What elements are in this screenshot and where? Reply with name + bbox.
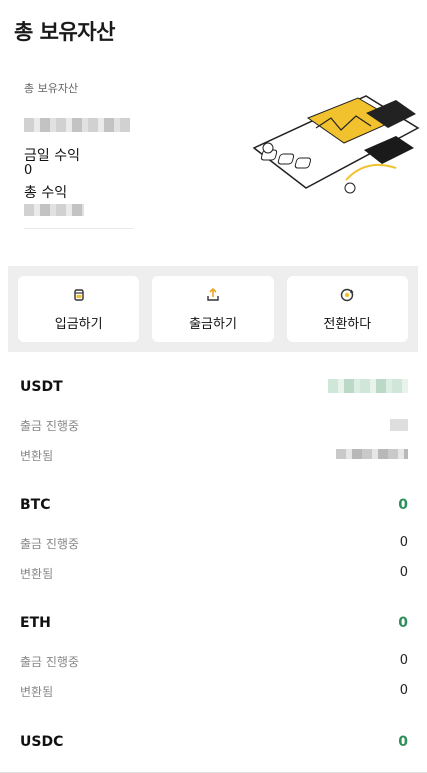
total-assets-value-blurred bbox=[24, 118, 130, 132]
withdrawing-row: 출금 진행중 bbox=[20, 417, 408, 447]
total-assets-label: 총 보유자산 bbox=[24, 82, 79, 95]
converted-label: 변환됨 bbox=[20, 449, 54, 463]
asset-item-btc[interactable]: BTC 0 bbox=[20, 497, 408, 513]
asset-amount: 0 bbox=[398, 615, 408, 631]
converted-value-blurred bbox=[336, 449, 408, 459]
asset-symbol: USDC bbox=[20, 734, 64, 750]
deposit-button[interactable]: 입금하기 bbox=[18, 276, 140, 342]
total-profit-value-blurred bbox=[24, 204, 84, 216]
withdrawing-value-blurred bbox=[390, 419, 408, 431]
withdraw-button[interactable]: 출금하기 bbox=[152, 276, 274, 342]
page-title: 총 보유자산 bbox=[14, 20, 115, 44]
converted-label: 변환됨 bbox=[20, 567, 54, 581]
converted-row: 변환됨 bbox=[20, 447, 408, 477]
asset-summary-card: 총 보유자산 금일 수익 0 총 수익 bbox=[14, 68, 420, 238]
today-profit-value: 0 bbox=[24, 163, 33, 178]
withdrawing-row: 출금 진행중 0 bbox=[20, 535, 408, 565]
asset-symbol: BTC bbox=[20, 497, 51, 513]
converted-label: 변환됨 bbox=[20, 685, 54, 699]
converted-row: 변환됨 0 bbox=[20, 565, 408, 595]
convert-label: 전환하다 bbox=[323, 316, 372, 332]
converted-value: 0 bbox=[399, 683, 408, 698]
withdrawing-row: 출금 진행중 0 bbox=[20, 653, 408, 683]
action-bar: 입금하기 출금하기 전환하다 bbox=[8, 266, 418, 352]
converted-value: 0 bbox=[399, 565, 408, 580]
withdraw-icon bbox=[207, 287, 219, 301]
convert-icon bbox=[341, 288, 354, 301]
asset-amount: 0 bbox=[398, 734, 408, 750]
converted-row: 변환됨 0 bbox=[20, 683, 408, 713]
divider bbox=[24, 228, 134, 229]
deposit-label: 입금하기 bbox=[54, 316, 103, 332]
asset-symbol: ETH bbox=[20, 615, 51, 631]
withdrawing-label: 출금 진행중 bbox=[20, 537, 80, 551]
withdrawing-label: 출금 진행중 bbox=[20, 419, 80, 433]
withdrawing-label: 출금 진행중 bbox=[20, 655, 80, 669]
today-profit-label: 금일 수익 bbox=[24, 148, 80, 164]
withdraw-label: 출금하기 bbox=[189, 316, 237, 332]
asset-item-usdt[interactable]: USDT bbox=[20, 379, 408, 395]
withdrawing-value: 0 bbox=[399, 653, 408, 668]
wallet-illustration bbox=[252, 95, 420, 194]
asset-amount-blurred bbox=[328, 379, 408, 393]
asset-item-eth[interactable]: ETH 0 bbox=[20, 615, 408, 631]
deposit-icon bbox=[73, 288, 84, 301]
asset-item-usdc[interactable]: USDC 0 bbox=[20, 734, 408, 750]
total-profit-label: 총 수익 bbox=[24, 185, 68, 201]
convert-button[interactable]: 전환하다 bbox=[286, 276, 408, 342]
asset-amount: 0 bbox=[398, 497, 408, 513]
withdrawing-value: 0 bbox=[399, 535, 408, 550]
